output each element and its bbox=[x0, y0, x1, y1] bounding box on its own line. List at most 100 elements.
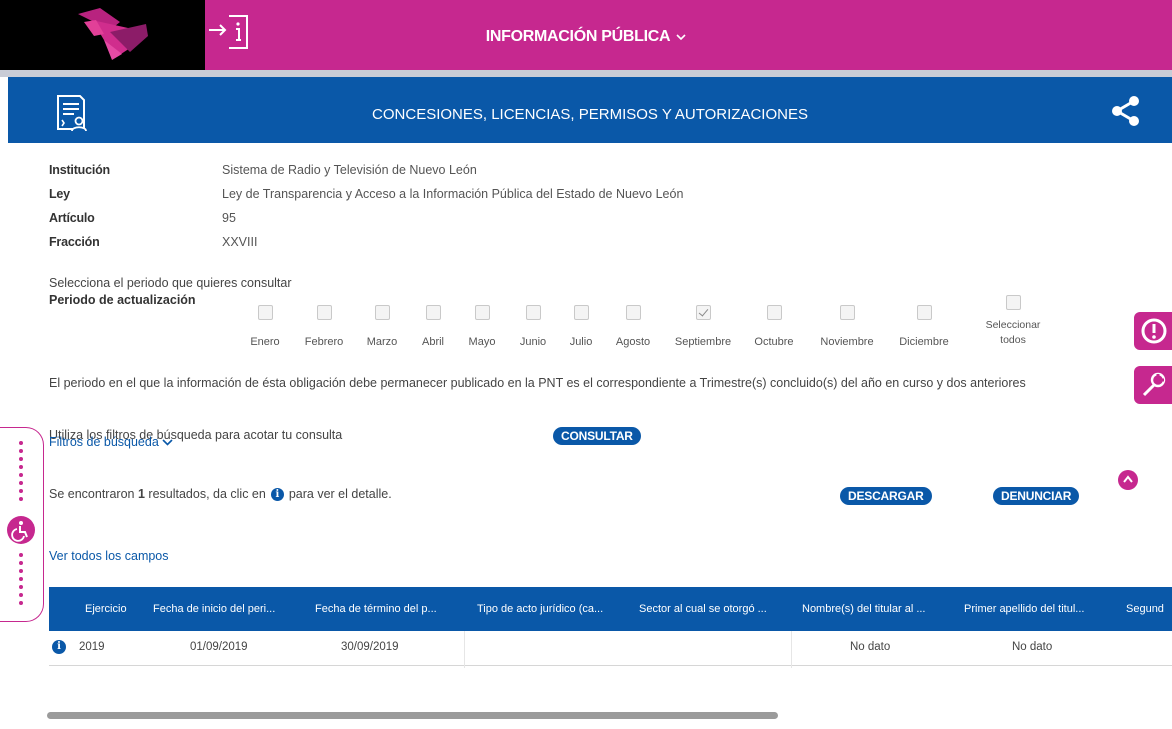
cell-ejercicio: 2019 bbox=[79, 641, 105, 653]
table-row[interactable]: i 2019 01/09/2019 30/09/2019 No dato No … bbox=[49, 631, 1172, 668]
period-note: El periodo en el que la información de é… bbox=[49, 376, 1026, 390]
info-block: Institución Sistema de Radio y Televisió… bbox=[49, 163, 683, 259]
alert-icon bbox=[1141, 318, 1167, 344]
alert-button[interactable] bbox=[1134, 312, 1172, 350]
month-julio[interactable]: Julio bbox=[565, 305, 597, 348]
dots-decoration bbox=[19, 441, 23, 505]
section-bar: CONCESIONES, LICENCIAS, PERMISOS Y AUTOR… bbox=[8, 77, 1172, 143]
table-header: Ejercicio Fecha de inicio del peri... Fe… bbox=[49, 587, 1172, 631]
column-header[interactable]: Ejercicio bbox=[85, 603, 127, 615]
view-all-fields-link[interactable]: Ver todos los campos bbox=[49, 549, 169, 563]
chevron-down-icon bbox=[162, 435, 173, 449]
month-marzo[interactable]: Marzo bbox=[362, 305, 402, 348]
month-mayo[interactable]: Mayo bbox=[464, 305, 500, 348]
cell-primer-apellido: No dato bbox=[1012, 641, 1053, 653]
month-label: Septiembre bbox=[674, 336, 732, 348]
dots-decoration bbox=[19, 553, 23, 609]
accessibility-tab[interactable] bbox=[0, 427, 44, 622]
month-checkbox[interactable] bbox=[374, 305, 390, 320]
month-checkbox[interactable] bbox=[425, 305, 441, 320]
month-abril[interactable]: Abril bbox=[418, 305, 448, 348]
month-noviembre[interactable]: Noviembre bbox=[814, 305, 880, 348]
column-header[interactable]: Primer apellido del titul... bbox=[964, 603, 1084, 615]
top-menu-title-label: INFORMACIÓN PÚBLICA bbox=[485, 28, 671, 45]
cell-fecha-inicio: 01/09/2019 bbox=[190, 641, 248, 653]
month-checkbox[interactable] bbox=[766, 305, 782, 320]
select-all-months[interactable]: Seleccionar todos bbox=[978, 295, 1048, 348]
month-octubre[interactable]: Octubre bbox=[749, 305, 799, 348]
chevron-down-icon bbox=[676, 28, 686, 46]
month-checkbox[interactable] bbox=[916, 305, 932, 320]
month-checkbox[interactable] bbox=[695, 305, 711, 320]
top-menu-title[interactable]: INFORMACIÓN PÚBLICA bbox=[0, 28, 1172, 46]
column-header[interactable]: Sector al cual se otorgó ... bbox=[639, 603, 767, 615]
info-value: Sistema de Radio y Televisión de Nuevo L… bbox=[222, 163, 477, 177]
accessibility-icon[interactable] bbox=[7, 516, 35, 544]
info-label: Institución bbox=[49, 163, 110, 177]
column-separator bbox=[791, 631, 792, 668]
info-row-ley: Ley Ley de Transparencia y Acceso a la I… bbox=[49, 187, 683, 211]
month-checkbox[interactable] bbox=[474, 305, 490, 320]
month-agosto[interactable]: Agosto bbox=[611, 305, 655, 348]
month-label: Mayo bbox=[468, 336, 496, 348]
consultar-button[interactable]: CONSULTAR bbox=[553, 427, 641, 445]
info-value: XXVIII bbox=[222, 235, 258, 249]
month-label: Julio bbox=[569, 336, 593, 348]
month-label: Marzo bbox=[366, 336, 398, 348]
month-checkbox[interactable] bbox=[257, 305, 273, 320]
tools-icon bbox=[1142, 372, 1166, 397]
select-all-label-line1: Seleccionar bbox=[985, 319, 1041, 331]
filters-toggle[interactable]: Filtros de búsqueda bbox=[49, 435, 173, 449]
header-divider bbox=[0, 70, 1172, 77]
month-septiembre[interactable]: Septiembre bbox=[669, 305, 737, 348]
month-label: Diciembre bbox=[899, 336, 949, 348]
info-label: Fracción bbox=[49, 235, 100, 249]
month-label: Agosto bbox=[615, 336, 651, 348]
month-diciembre[interactable]: Diciembre bbox=[894, 305, 954, 348]
filters-toggle-label: Filtros de búsqueda bbox=[49, 435, 159, 449]
info-label: Artículo bbox=[49, 211, 95, 225]
top-bar: INFORMACIÓN PÚBLICA bbox=[0, 0, 1172, 70]
info-row-institucion: Institución Sistema de Radio y Televisió… bbox=[49, 163, 683, 187]
share-icon[interactable] bbox=[1110, 95, 1142, 127]
scroll-up-icon bbox=[1123, 475, 1133, 483]
cell-nombre: No dato bbox=[850, 641, 891, 653]
period-label: Periodo de actualización bbox=[49, 293, 196, 307]
month-checkbox[interactable] bbox=[525, 305, 541, 320]
column-separator bbox=[464, 631, 465, 668]
month-label: Enero bbox=[250, 336, 280, 348]
month-label: Febrero bbox=[304, 336, 344, 348]
month-checkbox[interactable] bbox=[316, 305, 332, 320]
scroll-up-button[interactable] bbox=[1118, 470, 1138, 490]
month-febrero[interactable]: Febrero bbox=[299, 305, 349, 348]
month-label: Abril bbox=[421, 336, 444, 348]
info-value: 95 bbox=[222, 211, 236, 225]
column-header[interactable]: Fecha de término del p... bbox=[315, 603, 437, 615]
results-middle: resultados, da clic en bbox=[148, 487, 266, 501]
month-checkbox[interactable] bbox=[573, 305, 589, 320]
horizontal-scrollbar[interactable] bbox=[47, 712, 778, 719]
section-title: CONCESIONES, LICENCIAS, PERMISOS Y AUTOR… bbox=[372, 106, 808, 123]
month-checkbox[interactable] bbox=[839, 305, 855, 320]
row-detail-info-icon[interactable]: i bbox=[52, 640, 66, 654]
month-label: Junio bbox=[519, 336, 547, 348]
denunciar-button[interactable]: DENUNCIAR bbox=[993, 487, 1080, 505]
descargar-button[interactable]: DESCARGAR bbox=[840, 487, 932, 505]
cell-fecha-termino: 30/09/2019 bbox=[341, 641, 399, 653]
select-all-label-line2: todos bbox=[1000, 334, 1026, 346]
column-header[interactable]: Fecha de inicio del peri... bbox=[153, 603, 275, 615]
column-header[interactable]: Segund bbox=[1126, 603, 1164, 615]
tools-button[interactable] bbox=[1134, 366, 1172, 404]
select-all-checkbox[interactable] bbox=[1005, 295, 1021, 310]
month-enero[interactable]: Enero bbox=[248, 305, 282, 348]
info-icon: i bbox=[270, 487, 284, 501]
info-row-fraccion: Fracción XXVIII bbox=[49, 235, 683, 259]
results-prefix: Se encontraron bbox=[49, 487, 135, 501]
results-summary: Se encontraron 1 resultados, da clic en … bbox=[49, 487, 392, 501]
column-header[interactable]: Tipo de acto jurídico (ca... bbox=[477, 603, 603, 615]
month-junio[interactable]: Junio bbox=[516, 305, 550, 348]
period-intro: Selecciona el periodo que quieres consul… bbox=[49, 276, 292, 290]
column-header[interactable]: Nombre(s) del titular al ... bbox=[802, 603, 925, 615]
month-checkbox[interactable] bbox=[625, 305, 641, 320]
info-label: Ley bbox=[49, 187, 70, 201]
